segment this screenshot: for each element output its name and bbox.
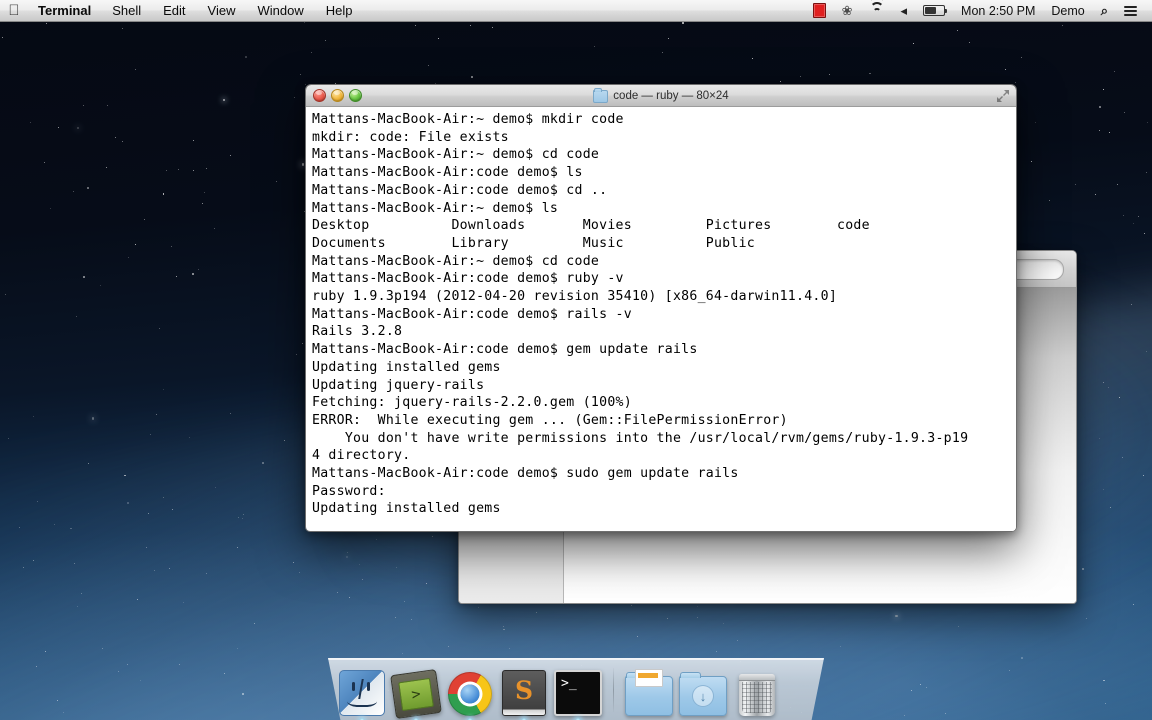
- terminal-line: Mattans-MacBook-Air:code demo$ ls: [312, 165, 583, 181]
- dock-item-downloads-folder[interactable]: ↓: [679, 668, 727, 716]
- terminal-line: Updating jquery-rails: [312, 377, 485, 393]
- menu-item-window[interactable]: Window: [247, 0, 315, 22]
- spotlight-search-icon[interactable]: ⌕: [1093, 0, 1116, 22]
- apple-logo-icon[interactable]: : [0, 0, 28, 22]
- sublime-text-icon: S: [502, 670, 546, 716]
- terminal-line: mkdir: code: File exists: [312, 129, 509, 145]
- fullscreen-icon[interactable]: [996, 89, 1010, 103]
- menu-bar-clock[interactable]: Mon 2:50 PM: [953, 4, 1043, 18]
- terminal-line: Rails 3.2.8: [312, 324, 403, 340]
- textmate-icon: >: [390, 669, 442, 719]
- dock-shelf: > S >_ ↓: [328, 658, 824, 720]
- terminal-line: Mattans-MacBook-Air:~ demo$ ls: [312, 200, 559, 216]
- terminal-line: Mattans-MacBook-Air:~ demo$ mkdir code: [312, 112, 624, 127]
- dock: > S >_ ↓: [328, 658, 824, 720]
- menu-item-shell[interactable]: Shell: [101, 0, 152, 22]
- documents-folder-icon: [625, 669, 673, 716]
- terminal-line: Mattans-MacBook-Air:code demo$ ruby -v: [312, 271, 624, 287]
- terminal-line: Password:: [312, 483, 386, 499]
- terminal-line: Desktop Downloads Movies Pictures code: [312, 218, 870, 234]
- dock-item-finder[interactable]: [338, 668, 386, 720]
- downloads-folder-icon: ↓: [679, 672, 727, 716]
- zoom-button[interactable]: [349, 89, 362, 102]
- download-arrow-glyph: ↓: [692, 685, 714, 707]
- terminal-window[interactable]: code — ruby — 80×24 Mattans-MacBook-Air:…: [305, 84, 1017, 532]
- terminal-icon: >_: [554, 670, 602, 716]
- terminal-title-group: code — ruby — 80×24: [306, 85, 1016, 107]
- terminal-line: ERROR: While executing gem ... (Gem::Fil…: [312, 412, 788, 428]
- dock-item-terminal[interactable]: >_: [554, 668, 602, 720]
- terminal-line: 4 directory.: [312, 448, 411, 464]
- notification-center-icon[interactable]: [1116, 0, 1145, 22]
- minimize-button[interactable]: [331, 89, 344, 102]
- textmate-glyph: >: [398, 677, 434, 711]
- dock-item-textmate[interactable]: >: [390, 668, 442, 720]
- dock-item-sublime[interactable]: S: [500, 668, 548, 720]
- dock-item-documents-folder[interactable]: [625, 668, 673, 716]
- battery-icon[interactable]: [915, 0, 953, 22]
- terminal-line: Updating installed gems: [312, 359, 501, 375]
- terminal-prompt-glyph: >_: [561, 676, 577, 691]
- menu-bar-app-menus:  Terminal Shell Edit View Window Help: [0, 0, 364, 22]
- chrome-icon: [448, 672, 492, 716]
- terminal-line: ruby 1.9.3p194 (2012-04-20 revision 3541…: [312, 289, 838, 305]
- terminal-titlebar[interactable]: code — ruby — 80×24: [306, 85, 1016, 107]
- terminal-line: Mattans-MacBook-Air:code demo$ sudo gem …: [312, 466, 739, 482]
- close-button[interactable]: [313, 89, 326, 102]
- dock-separator: [613, 668, 614, 712]
- menu-item-edit[interactable]: Edit: [152, 0, 196, 22]
- terminal-line: You don't have write permissions into th…: [312, 430, 969, 446]
- finder-icon: [339, 670, 385, 716]
- menu-bar-user[interactable]: Demo: [1043, 4, 1092, 18]
- screen-recording-icon[interactable]: [805, 0, 834, 22]
- terminal-line: Mattans-MacBook-Air:code demo$ cd ..: [312, 182, 608, 198]
- dock-item-trash[interactable]: [733, 668, 781, 716]
- trash-icon: [739, 674, 775, 716]
- volume-icon[interactable]: ◂: [893, 0, 916, 22]
- bluetooth-icon[interactable]: ❀: [834, 0, 861, 22]
- desktop-screen:  Terminal Shell Edit View Window Help ❀…: [0, 0, 1152, 720]
- terminal-line: Mattans-MacBook-Air:code demo$ rails -v: [312, 306, 632, 322]
- menu-bar-status-items: ❀ ◂ Mon 2:50 PM Demo ⌕: [805, 0, 1152, 22]
- menu-bar:  Terminal Shell Edit View Window Help ❀…: [0, 0, 1152, 22]
- sublime-glyph: S: [514, 676, 534, 705]
- window-controls: [313, 89, 362, 102]
- terminal-line: Mattans-MacBook-Air:~ demo$ cd code: [312, 253, 600, 269]
- terminal-title-text: code — ruby — 80×24: [613, 90, 729, 102]
- terminal-line: Updating installed gems: [312, 501, 501, 517]
- terminal-line: Mattans-MacBook-Air:code demo$ gem updat…: [312, 342, 698, 358]
- dock-item-chrome[interactable]: [446, 668, 494, 720]
- menu-item-help[interactable]: Help: [315, 0, 364, 22]
- folder-icon: [593, 87, 609, 103]
- menu-item-view[interactable]: View: [197, 0, 247, 22]
- terminal-line: Documents Library Music Public: [312, 235, 755, 251]
- terminal-line: Mattans-MacBook-Air:~ demo$ cd code: [312, 147, 600, 163]
- terminal-output[interactable]: Mattans-MacBook-Air:~ demo$ mkdir code mk…: [306, 107, 1016, 531]
- menu-item-terminal[interactable]: Terminal: [28, 0, 101, 22]
- terminal-line: Fetching: jquery-rails-2.2.0.gem (100%): [312, 395, 632, 411]
- wifi-icon[interactable]: [861, 0, 893, 22]
